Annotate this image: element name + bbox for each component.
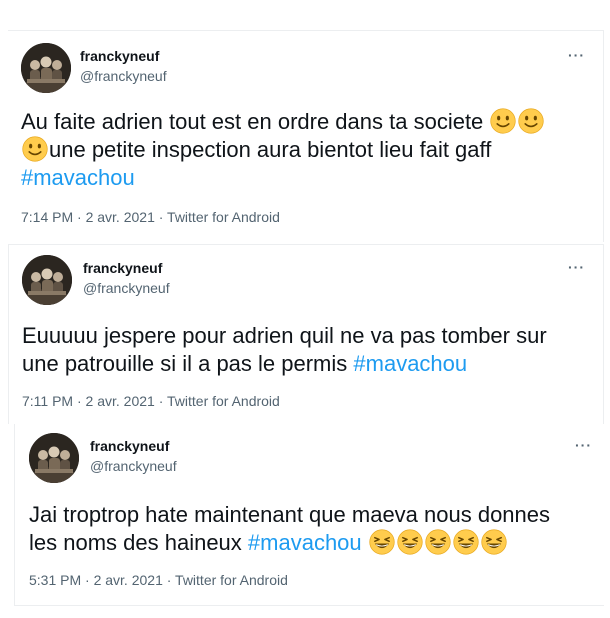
grinning-squinting-face-icon (397, 529, 423, 555)
tweet-card[interactable]: franckyneuf @franckyneuf ··· Euuuuu jesp… (8, 244, 604, 424)
display-name[interactable]: franckyneuf (83, 260, 162, 276)
tweet-timestamp[interactable]: 7:11 PM · 2 avr. 2021 · Twitter for Andr… (22, 393, 280, 409)
grinning-squinting-face-icon (369, 529, 395, 555)
user-handle[interactable]: @franckyneuf (90, 458, 177, 474)
tweet-text-line: les noms des haineux (29, 530, 248, 555)
tweet-text-line: une patrouille si il a pas le permis (22, 351, 354, 376)
slightly-smiling-face-icon (22, 136, 48, 162)
slightly-smiling-face-icon (518, 108, 544, 134)
hashtag-link[interactable]: #mavachou (353, 351, 467, 376)
tweet-timestamp[interactable]: 7:14 PM · 2 avr. 2021 · Twitter for Andr… (21, 209, 280, 225)
tweet-text: Au faite adrien tout est en ordre dans t… (21, 108, 596, 192)
display-name[interactable]: franckyneuf (80, 48, 159, 64)
tweet-card[interactable]: franckyneuf @franckyneuf ··· Jai troptro… (14, 424, 604, 606)
grinning-squinting-face-icon (481, 529, 507, 555)
tweet-text-line: Jai troptrop hate maintenant que maeva n… (29, 502, 551, 527)
more-options-icon[interactable]: ··· (575, 437, 592, 453)
display-name[interactable]: franckyneuf (90, 438, 169, 454)
avatar[interactable] (21, 43, 71, 93)
more-options-icon[interactable]: ··· (568, 47, 585, 63)
tweet-text: Euuuuu jespere pour adrien quil ne va pa… (22, 322, 597, 378)
more-options-icon[interactable]: ··· (568, 259, 585, 275)
user-handle[interactable]: @franckyneuf (80, 68, 167, 84)
tweet-card[interactable]: franckyneuf @franckyneuf ··· Au faite ad… (8, 30, 604, 242)
avatar[interactable] (22, 255, 72, 305)
tweet-timestamp[interactable]: 5:31 PM · 2 avr. 2021 · Twitter for Andr… (29, 572, 288, 588)
tweet-text-line: Euuuuu jespere pour adrien quil ne va pa… (22, 323, 547, 348)
tweet-text-line: une petite inspection aura bientot lieu … (49, 137, 492, 162)
slightly-smiling-face-icon (490, 108, 516, 134)
grinning-squinting-face-icon (453, 529, 479, 555)
hashtag-link[interactable]: #mavachou (21, 165, 135, 190)
tweet-text: Jai troptrop hate maintenant que maeva n… (29, 501, 599, 557)
hashtag-link[interactable]: #mavachou (248, 530, 362, 555)
user-handle[interactable]: @franckyneuf (83, 280, 170, 296)
avatar[interactable] (29, 433, 79, 483)
grinning-squinting-face-icon (425, 529, 451, 555)
tweet-text-line: Au faite adrien tout est en ordre dans t… (21, 109, 484, 134)
